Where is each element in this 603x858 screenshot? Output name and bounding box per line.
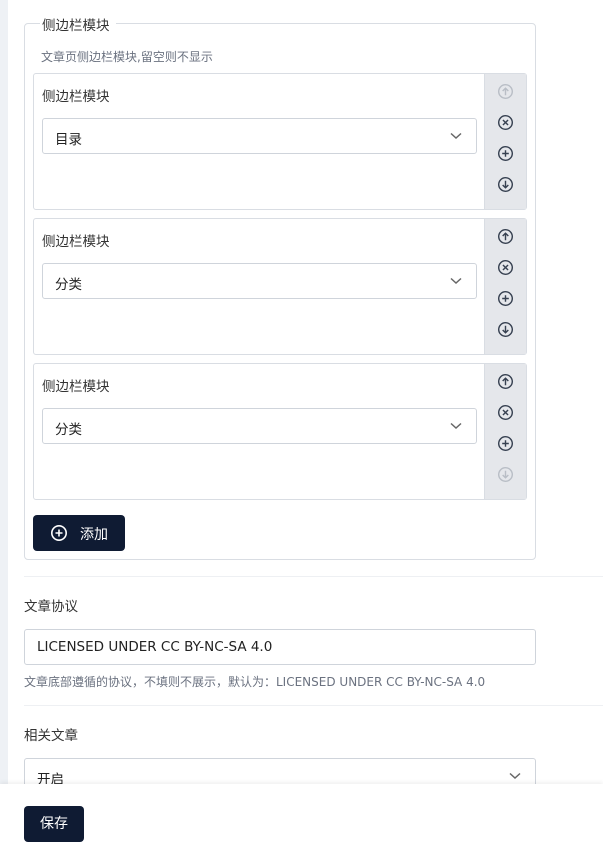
move-up-icon[interactable] xyxy=(497,83,514,100)
move-up-icon[interactable] xyxy=(497,373,514,390)
plus-circle-icon xyxy=(51,525,67,541)
add-icon[interactable] xyxy=(497,290,514,307)
sidebar-modules-legend: 侧边栏模块 xyxy=(40,14,116,34)
sidebar-modules-hint: 文章页侧边栏模块,留空则不显示 xyxy=(41,50,213,64)
chevron-down-icon xyxy=(450,422,462,430)
sidebar-module-select[interactable]: 分类 xyxy=(42,263,477,299)
move-down-icon[interactable] xyxy=(497,321,514,338)
related-articles-label: 相关文章 xyxy=(24,728,78,744)
add-module-label: 添加 xyxy=(80,527,108,543)
move-down-icon[interactable] xyxy=(497,176,514,193)
sidebar-module-select[interactable]: 目录 xyxy=(42,118,477,154)
license-hint: 文章底部遵循的协议，不填则不展示，默认为：LICENSED UNDER CC B… xyxy=(24,675,486,689)
chevron-down-icon xyxy=(509,772,521,780)
page-left-edge xyxy=(0,0,8,858)
sidebar-module-label: 侧边栏模块 xyxy=(42,89,110,105)
add-icon[interactable] xyxy=(497,145,514,162)
section-divider xyxy=(24,705,603,706)
footer-bar: 保存 xyxy=(0,784,603,858)
section-divider xyxy=(24,576,603,577)
sidebar-module-label: 侧边栏模块 xyxy=(42,234,110,250)
chevron-down-icon xyxy=(450,132,462,140)
sidebar-module-item: 侧边栏模块 分类 xyxy=(33,363,527,500)
add-module-button[interactable]: 添加 xyxy=(33,515,125,551)
select-value: 分类 xyxy=(55,277,82,293)
move-up-icon[interactable] xyxy=(497,228,514,245)
item-controls xyxy=(484,364,526,499)
sidebar-module-label: 侧边栏模块 xyxy=(42,379,110,395)
add-icon[interactable] xyxy=(497,435,514,452)
move-down-icon[interactable] xyxy=(497,466,514,483)
remove-icon[interactable] xyxy=(497,259,514,276)
save-button[interactable]: 保存 xyxy=(24,806,84,842)
remove-icon[interactable] xyxy=(497,404,514,421)
sidebar-module-select[interactable]: 分类 xyxy=(42,408,477,444)
item-controls xyxy=(484,74,526,209)
remove-icon[interactable] xyxy=(497,114,514,131)
sidebar-module-item: 侧边栏模块 分类 xyxy=(33,218,527,355)
license-input[interactable]: LICENSED UNDER CC BY-NC-SA 4.0 xyxy=(24,629,536,665)
chevron-down-icon xyxy=(450,277,462,285)
select-value: 分类 xyxy=(55,422,82,438)
license-input-value: LICENSED UNDER CC BY-NC-SA 4.0 xyxy=(37,639,273,655)
sidebar-module-item: 侧边栏模块 目录 xyxy=(33,73,527,210)
item-controls xyxy=(484,219,526,354)
select-value: 目录 xyxy=(55,132,82,148)
license-label: 文章协议 xyxy=(24,599,78,615)
